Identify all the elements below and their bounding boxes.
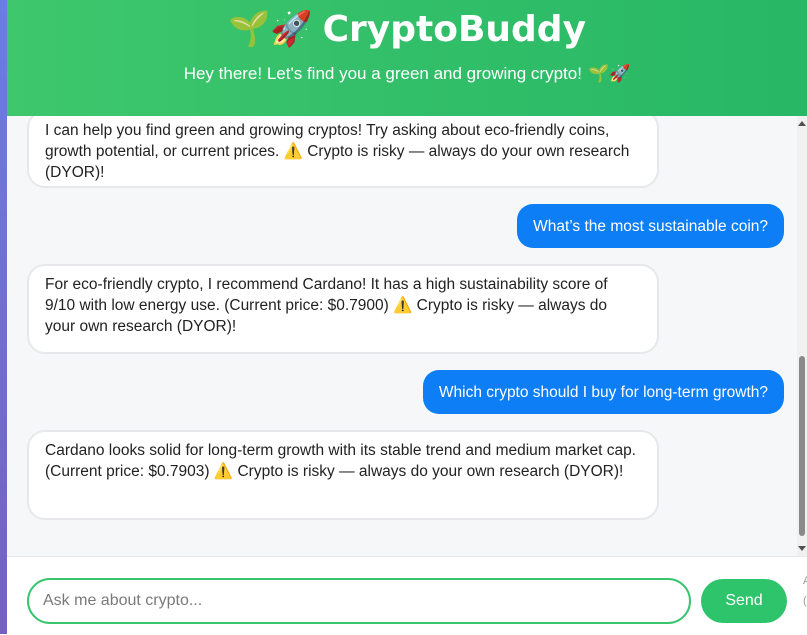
app-title-row: 🌱🚀 CryptoBuddy: [7, 4, 807, 54]
send-button[interactable]: Send: [701, 579, 787, 623]
app-title: CryptoBuddy: [322, 8, 587, 50]
bot-message: Cardano looks solid for long-term growth…: [27, 430, 659, 520]
seedling-rocket-icon: 🌱🚀: [227, 9, 313, 49]
page-background-strip: [0, 0, 7, 634]
scrollbar-thumb[interactable]: [799, 356, 805, 536]
bot-message: For eco-friendly crypto, I recommend Car…: [27, 264, 659, 354]
user-message: Which crypto should I buy for long-term …: [422, 370, 784, 414]
user-message: What’s the most sustainable coin?: [517, 204, 784, 248]
scroll-up-arrow-icon[interactable]: [798, 121, 806, 126]
clipped-edge-text: (: [803, 595, 807, 607]
chat-scrollbar[interactable]: [797, 116, 807, 556]
subtitle-emoji-icon: 🌱🚀: [587, 64, 631, 83]
bot-message: I can help you find green and growing cr…: [27, 116, 659, 188]
clipped-edge-text: A: [803, 575, 807, 587]
chat-input[interactable]: [27, 578, 691, 624]
header: 🌱🚀 CryptoBuddy Hey there! Let's find you…: [7, 0, 807, 116]
app-subtitle-row: Hey there! Let's find you a green and gr…: [7, 64, 807, 84]
chat-app: 🌱🚀 CryptoBuddy Hey there! Let's find you…: [7, 0, 807, 635]
chat-messages[interactable]: I can help you find green and growing cr…: [7, 116, 797, 556]
input-bar: Send A (: [7, 556, 807, 635]
app-subtitle: Hey there! Let's find you a green and gr…: [183, 64, 582, 83]
scroll-down-arrow-icon[interactable]: [798, 546, 806, 551]
